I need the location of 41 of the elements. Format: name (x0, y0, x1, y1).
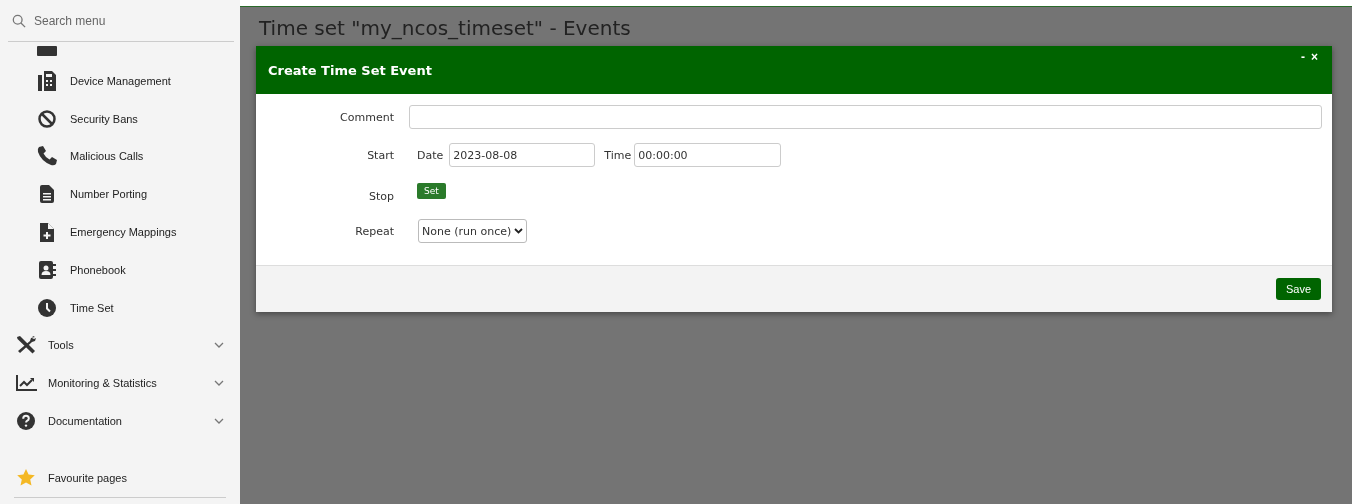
sim-card-icon (40, 185, 54, 204)
line-chart-icon (15, 375, 37, 392)
ban-icon (38, 109, 56, 128)
minimize-button[interactable]: - (1299, 50, 1307, 64)
search-icon (12, 13, 26, 28)
set-button[interactable]: Set (417, 183, 446, 199)
help-icon (17, 412, 35, 431)
menu-item[interactable]: Number Porting (0, 175, 240, 214)
menu-item[interactable]: Time Set (0, 288, 240, 327)
comment-field[interactable] (409, 105, 1322, 129)
field-label: Time (604, 148, 632, 162)
field-label: Date (417, 148, 444, 162)
menu-item[interactable]: Malicious Calls (0, 137, 240, 176)
menu-item[interactable]: Security Bans (0, 99, 240, 138)
phone-icon (37, 146, 57, 167)
repeat-dropdown[interactable]: None (run once) (418, 219, 528, 243)
field-label: Comment (339, 110, 395, 124)
fax-icon (38, 70, 56, 91)
menu-item[interactable]: Emergency Mappings (0, 213, 240, 251)
menu-item[interactable]: Phonebook (0, 251, 240, 289)
clock-icon (38, 298, 56, 317)
contact-book-icon (38, 260, 56, 279)
date-field[interactable]: 2023-08-08 (449, 143, 596, 167)
star-icon (17, 469, 35, 487)
favourite-pages-link[interactable]: Favourite pages (0, 458, 240, 497)
close-button[interactable]: × (1309, 50, 1320, 64)
menu-group[interactable]: Documentation (0, 402, 240, 440)
chevron-down-icon (514, 228, 524, 234)
time-field[interactable]: 00:00:00 (634, 143, 782, 167)
menu-item[interactable]: Device Management (0, 62, 240, 100)
tools-icon (15, 336, 37, 355)
field-label: Repeat (354, 224, 395, 238)
search-field[interactable]: Search menu (32, 12, 234, 29)
save-button[interactable]: Save (1275, 278, 1321, 300)
page-title: Time set "my_ncos_timeset" - Events (259, 16, 632, 42)
menu-group[interactable]: Monitoring & Statistics (0, 364, 240, 403)
file-plus-icon (40, 222, 54, 242)
menu-group[interactable]: Tools (0, 326, 240, 365)
field-label: Start (366, 148, 395, 162)
field-label: Stop (368, 189, 395, 203)
dialog-title: Create Time Set Event (268, 62, 432, 78)
